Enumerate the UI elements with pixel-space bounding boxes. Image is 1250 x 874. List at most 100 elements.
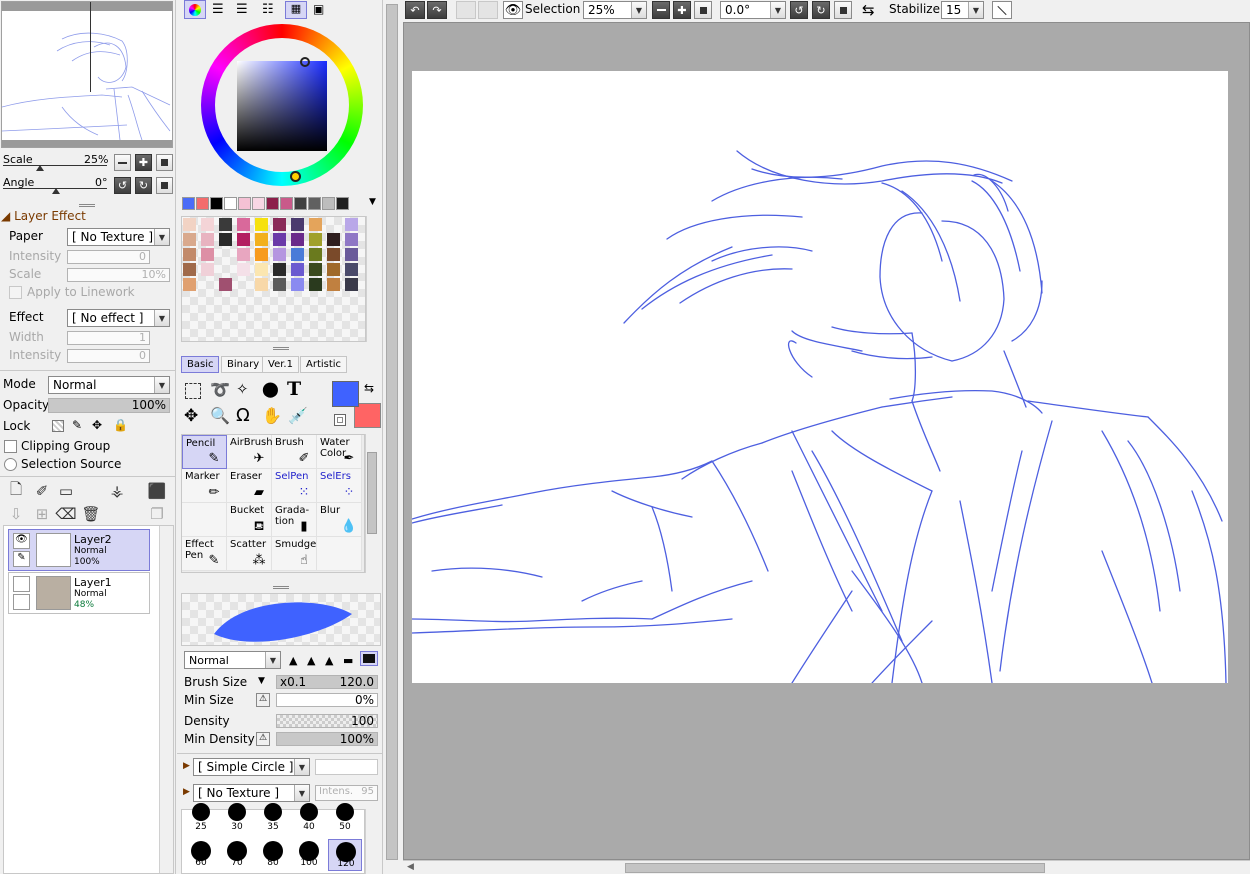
pressure-size-icon[interactable]: ⚠ — [256, 693, 270, 707]
color-list-icon[interactable]: ☷ — [262, 2, 274, 17]
palette-swatch[interactable] — [252, 197, 265, 210]
edge-hardness-4-icon[interactable]: ▬ — [343, 654, 353, 667]
brush-size-preset-120[interactable]: 120 — [328, 839, 362, 871]
brush-size-preset-60[interactable]: 60 — [184, 839, 218, 871]
angle-slider-thumb[interactable] — [52, 188, 60, 194]
straight-line-button[interactable] — [992, 1, 1012, 19]
magic-wand-icon[interactable]: ✧ — [236, 380, 249, 398]
tool-tab-basic[interactable]: Basic — [181, 356, 220, 373]
tool-eraser[interactable]: Eraser ▰ — [227, 469, 272, 503]
palette-swatch[interactable] — [210, 197, 223, 210]
density-slider[interactable]: 100 — [276, 714, 378, 728]
rotate-left-button[interactable]: ↺ — [114, 177, 131, 194]
rotate-right-button[interactable]: ↻ — [135, 177, 152, 194]
palette-swatch[interactable] — [273, 248, 286, 261]
zoom-dropdown[interactable]: 25% ▼ — [583, 1, 647, 19]
palette-swatch[interactable] — [273, 278, 286, 291]
new-layer-icon[interactable]: 🗋 — [5, 480, 27, 502]
brush-size-slider[interactable]: x0.1 120.0 — [276, 675, 378, 689]
horizontal-scrollbar-thumb[interactable] — [625, 863, 1045, 873]
tool-brush[interactable]: Brush ✐ — [272, 435, 317, 469]
brush-size-preset-70[interactable]: 70 — [220, 839, 254, 871]
palette-swatch[interactable] — [183, 278, 196, 291]
move-icon[interactable]: ✥ — [184, 406, 198, 426]
palette-swatch[interactable] — [183, 233, 196, 246]
brush-size-preset-100[interactable]: 100 — [292, 839, 326, 871]
effect-intensity-slider[interactable]: 0 — [67, 349, 150, 363]
effect-dropdown[interactable]: [ No effect ] ▼ — [67, 309, 170, 327]
lock-all-icon[interactable]: 🔒 — [113, 418, 128, 432]
palette-swatch[interactable] — [255, 218, 268, 231]
brush-texture-dropdown[interactable]: [ No Texture ] ▼ — [193, 784, 310, 802]
toolbar-rotate-reset-button[interactable] — [834, 1, 852, 19]
tool-scatter[interactable]: Scatter ⁂ — [227, 537, 272, 571]
selection-source-radio[interactable] — [4, 458, 17, 471]
paper-texture-dropdown[interactable]: [ No Texture ] ▼ — [67, 228, 170, 246]
min-size-slider[interactable]: 0% — [276, 693, 378, 707]
palette-swatch[interactable] — [273, 263, 286, 276]
palette-swatch[interactable] — [308, 197, 321, 210]
brush-size-scrollbar[interactable] — [365, 809, 379, 874]
tool-grada-tion[interactable]: Grada- tion ▮ — [272, 503, 317, 537]
palette-swatch[interactable] — [345, 263, 358, 276]
rect-select-icon[interactable] — [185, 383, 201, 399]
scale-slider[interactable] — [3, 165, 107, 166]
lasso-icon[interactable]: ➰ — [210, 380, 230, 399]
tool-smudge[interactable]: Smudge ☝ — [272, 537, 317, 571]
flip-horizontal-icon[interactable]: ⇆ — [862, 1, 875, 19]
horizontal-scrollbar[interactable]: ◀ — [403, 860, 1250, 874]
palette-swatch[interactable] — [219, 233, 232, 246]
palette-swatch[interactable] — [291, 278, 304, 291]
palette-swatch[interactable] — [345, 278, 358, 291]
tool-selpen[interactable]: SelPen ⁙ — [272, 469, 317, 503]
brush-size-menu-icon[interactable]: ▼ — [258, 676, 265, 686]
hand-icon[interactable]: ✋ — [262, 406, 282, 425]
tool-airbrush[interactable]: AirBrush ✈ — [227, 435, 273, 469]
palette-swatch[interactable] — [291, 263, 304, 276]
palette-swatch[interactable] — [327, 248, 340, 261]
saturation-value-square[interactable] — [237, 61, 327, 151]
deselect-button[interactable] — [456, 1, 476, 19]
palette-swatch[interactable] — [237, 263, 250, 276]
layers-scrollbar[interactable] — [159, 526, 173, 873]
invert-selection-button[interactable] — [478, 1, 498, 19]
pressure-density-icon[interactable]: ⚠ — [256, 732, 270, 746]
zoom-out-button[interactable] — [114, 154, 131, 171]
tool-tab-artistic[interactable]: Artistic — [300, 356, 348, 373]
palette-swatch[interactable] — [219, 218, 232, 231]
palette-swatch[interactable] — [309, 263, 322, 276]
clear-layer-icon[interactable]: ⌫ — [55, 503, 77, 525]
redo-button[interactable]: ↷ — [427, 1, 447, 19]
navigator-preview[interactable] — [1, 1, 173, 148]
tool-tab-ver1[interactable]: Ver.1 — [262, 356, 299, 373]
palette-swatch[interactable] — [345, 218, 358, 231]
toolbar-zoom-reset-button[interactable] — [694, 1, 712, 19]
palette-swatch[interactable] — [196, 197, 209, 210]
tool-marker[interactable]: Marker ✏ — [182, 469, 227, 503]
palette-swatch[interactable] — [224, 197, 237, 210]
zoom-icon[interactable]: 🔍 — [210, 406, 230, 425]
paper-intensity-slider[interactable]: 0 — [67, 250, 150, 264]
palette-swatch[interactable] — [219, 278, 232, 291]
brush-size-preset-25[interactable]: 25 — [184, 803, 218, 841]
brush-shape-dropdown[interactable]: [ Simple Circle ] ▼ — [193, 758, 310, 776]
tool-blur[interactable]: Blur 💧 — [317, 503, 362, 537]
edge-hardness-5-icon[interactable] — [360, 651, 378, 666]
tool-bucket[interactable]: Bucket ⛾ — [227, 503, 272, 537]
paper-scale-slider[interactable]: 10% — [67, 268, 170, 282]
opacity-slider[interactable]: 100% — [48, 398, 170, 413]
palette-swatch[interactable] — [237, 248, 250, 261]
palette-swatch[interactable] — [327, 263, 340, 276]
show-selection-button[interactable]: 👁 — [503, 1, 523, 19]
undo-button[interactable]: ↶ — [405, 1, 425, 19]
palette-swatch[interactable] — [309, 233, 322, 246]
transparent-color-icon[interactable] — [334, 414, 346, 426]
tool-effect-pen[interactable]: Effect Pen ✎ — [182, 537, 227, 571]
rgb-sliders-icon[interactable]: ☰ — [212, 2, 224, 17]
toolbar-zoom-in-button[interactable]: ✚ — [673, 1, 691, 19]
rotate-reset-button[interactable] — [156, 177, 173, 194]
palette-swatch[interactable] — [237, 218, 250, 231]
sv-cursor[interactable] — [300, 57, 310, 67]
palette-swatch[interactable] — [291, 233, 304, 246]
palette-swatch[interactable] — [255, 248, 268, 261]
